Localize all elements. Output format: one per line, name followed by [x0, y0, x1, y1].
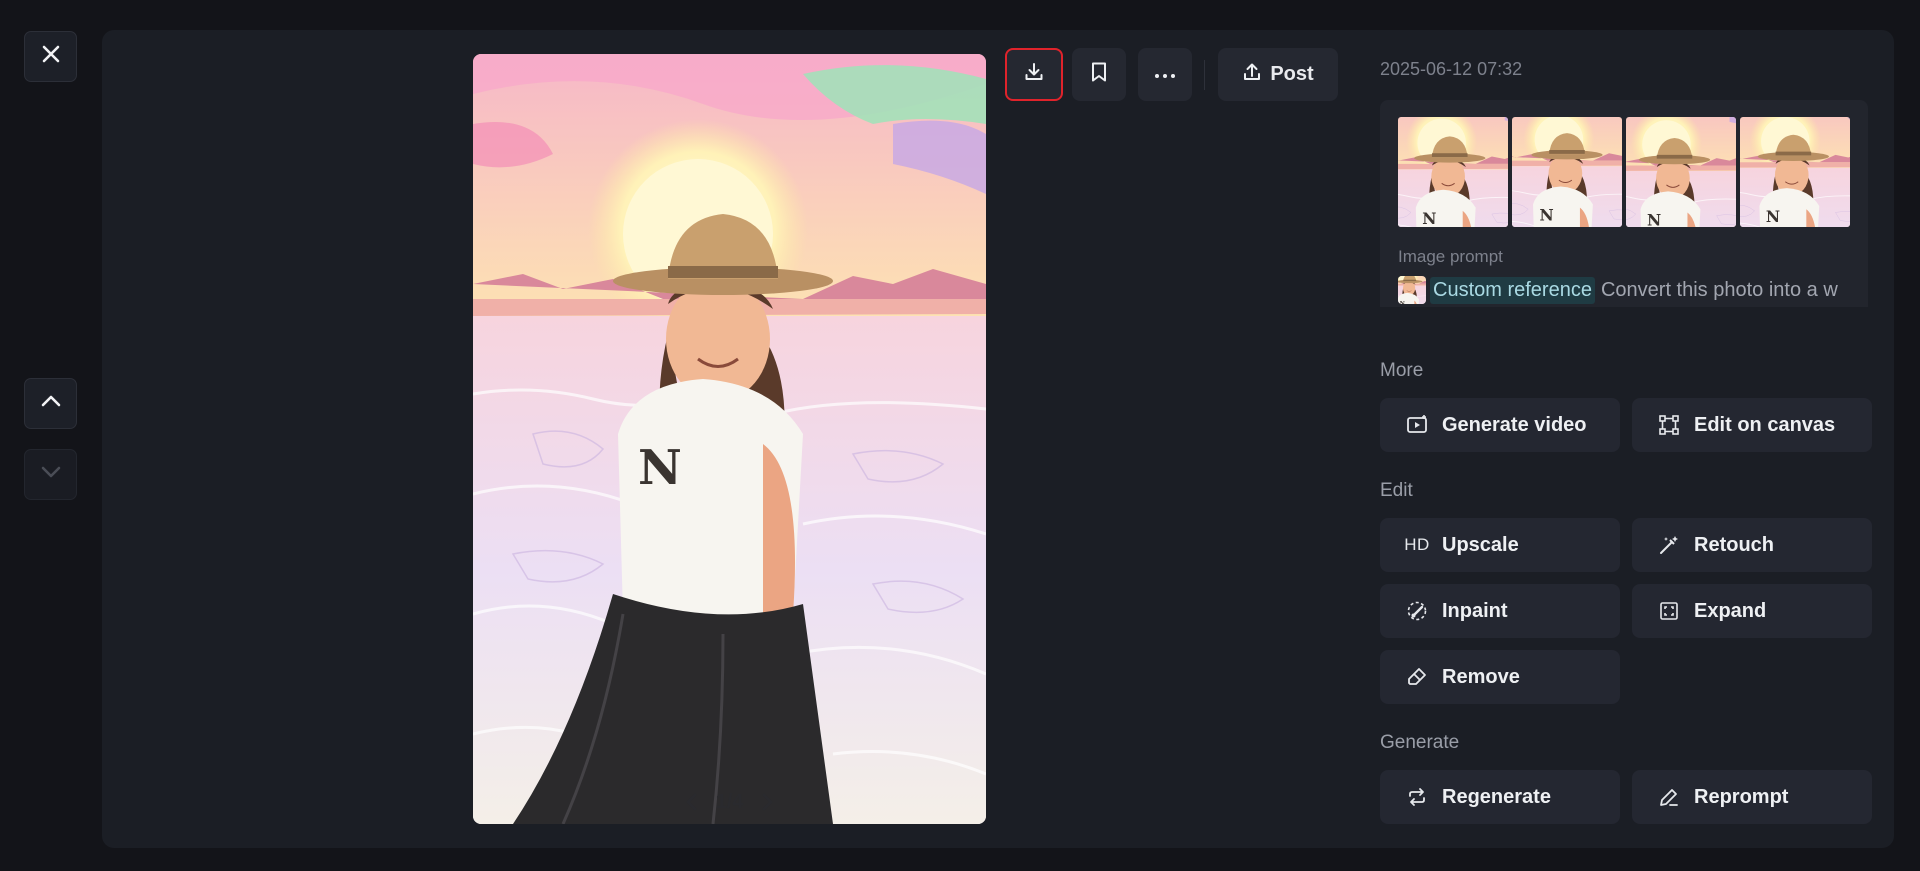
regenerate-label: Regenerate: [1442, 785, 1551, 808]
pager-prev-icon[interactable]: [680, 788, 702, 816]
edit-on-canvas-button[interactable]: Edit on canvas: [1632, 398, 1872, 452]
next-item-button[interactable]: [24, 449, 77, 500]
download-icon: [1023, 61, 1045, 88]
section-title-edit: Edit: [1380, 480, 1413, 501]
image-pager: 1/4: [473, 788, 986, 816]
canvas-icon: [1658, 414, 1680, 436]
timestamp: 2025-06-12 07:32: [1380, 59, 1523, 79]
pager-next-icon[interactable]: [757, 788, 779, 816]
thumbnail-3[interactable]: [1626, 117, 1736, 227]
image-prompt[interactable]: Custom reference Convert this photo into…: [1398, 276, 1838, 304]
generate-video-button[interactable]: Generate video: [1380, 398, 1620, 452]
thumbnail-1[interactable]: [1398, 117, 1508, 227]
chevron-down-icon: [40, 465, 62, 484]
image-prompt-label: Image prompt: [1398, 247, 1503, 266]
reprompt-label: Reprompt: [1694, 785, 1789, 808]
generated-image-illustration: [473, 54, 986, 824]
hd-icon: HD: [1404, 535, 1430, 554]
prompt-text: Convert this photo into a w: [1600, 278, 1838, 301]
inpaint-button[interactable]: Inpaint: [1380, 584, 1620, 638]
eraser-icon: [1406, 666, 1428, 688]
reprompt-button[interactable]: Reprompt: [1632, 770, 1872, 824]
brush-icon: [1406, 600, 1428, 622]
retouch-button[interactable]: Retouch: [1632, 518, 1872, 572]
retouch-label: Retouch: [1694, 533, 1774, 556]
section-title-generate: Generate: [1380, 732, 1460, 753]
expand-label: Expand: [1694, 599, 1767, 622]
post-label: Post: [1270, 63, 1314, 85]
more-horizontal-icon: [1154, 66, 1176, 84]
previous-item-button[interactable]: [24, 378, 77, 429]
more-options-button[interactable]: [1138, 48, 1192, 101]
download-button[interactable]: [1005, 48, 1063, 101]
bookmark-icon: [1089, 61, 1109, 88]
toolbar-divider: [1204, 60, 1205, 90]
upscale-button[interactable]: HD Upscale: [1380, 518, 1620, 572]
close-button[interactable]: [24, 31, 77, 82]
section-title-more: More: [1380, 360, 1424, 381]
close-icon: [41, 44, 61, 69]
thumbnail-2[interactable]: [1512, 117, 1622, 227]
expand-button[interactable]: Expand: [1632, 584, 1872, 638]
chevron-up-icon: [40, 394, 62, 413]
prompt-card: Image prompt Custom reference Convert th…: [1380, 100, 1868, 307]
expand-icon: [1658, 600, 1680, 622]
pencil-icon: [1658, 786, 1680, 808]
post-button[interactable]: Post: [1218, 48, 1338, 101]
remove-label: Remove: [1442, 665, 1520, 688]
pager-count: 1/4: [715, 790, 744, 813]
video-plus-icon: [1406, 414, 1428, 436]
regenerate-button[interactable]: Regenerate: [1380, 770, 1620, 824]
remove-button[interactable]: Remove: [1380, 650, 1620, 704]
upload-icon: [1242, 62, 1262, 88]
custom-reference-chip[interactable]: Custom reference: [1430, 276, 1595, 304]
inpaint-label: Inpaint: [1442, 599, 1508, 622]
upscale-label: Upscale: [1442, 533, 1519, 556]
edit-on-canvas-label: Edit on canvas: [1694, 413, 1836, 436]
bookmark-button[interactable]: [1072, 48, 1126, 101]
thumbnail-strip: [1398, 117, 1850, 227]
main-image[interactable]: 1/4: [473, 54, 986, 824]
reference-avatar: [1398, 276, 1426, 304]
magic-wand-icon: [1658, 534, 1680, 556]
generate-video-label: Generate video: [1442, 413, 1587, 436]
repeat-icon: [1406, 786, 1428, 808]
thumbnail-4[interactable]: [1740, 117, 1850, 227]
